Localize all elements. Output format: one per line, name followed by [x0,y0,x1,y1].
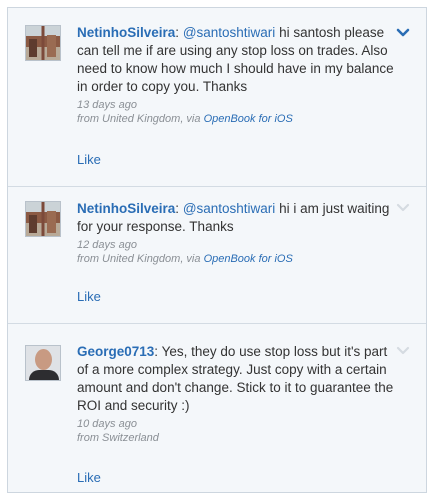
comment-body: George0713: Yes, they do use stop loss b… [77,343,395,445]
like-button[interactable]: Like [77,470,101,485]
location-text: from United Kingdom, via [77,113,204,125]
comment-body: NetinhoSilveira: @santoshtiwari hi santo… [77,24,395,126]
like-button[interactable]: Like [77,289,101,304]
comment-item: NetinhoSilveira: @santoshtiwari hi santo… [8,8,426,187]
avatar[interactable] [25,345,61,381]
chevron-down-icon[interactable] [396,346,410,356]
comment-item: George0713: Yes, they do use stop loss b… [8,324,426,492]
via-app-link[interactable]: OpenBook for iOS [204,113,293,125]
avatar[interactable] [25,201,61,237]
avatar[interactable] [25,25,61,61]
timestamp: 10 days ago [77,418,137,430]
chevron-down-icon[interactable] [396,28,410,38]
comment-body: NetinhoSilveira: @santoshtiwari hi i am … [77,200,395,266]
avatar-head [35,349,52,370]
like-button[interactable]: Like [77,152,101,167]
comment-item: NetinhoSilveira: @santoshtiwari hi i am … [8,187,426,324]
mention-link[interactable]: @santoshtiwari [183,201,276,216]
avatar-body [29,370,59,380]
comment-meta: 10 days ago from Switzerland [77,417,395,445]
author-separator: : [175,201,180,216]
location-text: from United Kingdom, via [77,253,204,265]
author-link[interactable]: NetinhoSilveira [77,201,175,216]
comment-meta: 13 days ago from United Kingdom, via Ope… [77,98,395,126]
author-separator: : [175,25,180,40]
chevron-down-icon[interactable] [396,203,410,213]
author-link[interactable]: NetinhoSilveira [77,25,175,40]
comment-feed: NetinhoSilveira: @santoshtiwari hi santo… [7,7,427,493]
author-link[interactable]: George0713 [77,344,154,359]
location-text: from Switzerland [77,432,159,444]
mention-link[interactable]: @santoshtiwari [183,25,276,40]
comment-meta: 12 days ago from United Kingdom, via Ope… [77,238,395,266]
timestamp: 12 days ago [77,239,137,251]
timestamp: 13 days ago [77,99,137,111]
via-app-link[interactable]: OpenBook for iOS [204,253,293,265]
